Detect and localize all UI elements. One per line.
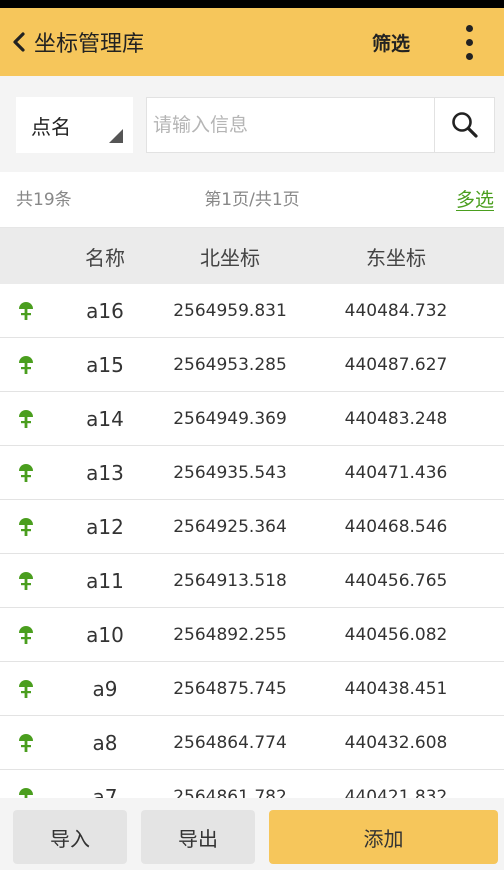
more-dot — [465, 38, 473, 46]
table-row[interactable]: a16 2564959.831 440484.732 — [0, 284, 504, 338]
survey-point-icon — [0, 624, 60, 646]
table-row[interactable]: a12 2564925.364 440468.546 — [0, 500, 504, 554]
row-north: 2564925.364 — [173, 516, 287, 537]
row-name: a12 — [86, 514, 124, 539]
row-east: 440421.832 — [344, 786, 448, 799]
status-bar — [0, 0, 504, 8]
app-bar: 坐标管理库 筛选 — [0, 8, 504, 76]
row-name: a16 — [86, 298, 124, 323]
row-east: 440487.627 — [344, 354, 448, 375]
row-name: a9 — [92, 676, 118, 701]
survey-point-icon — [0, 570, 60, 592]
multi-select-link[interactable]: 多选 — [456, 172, 494, 228]
survey-point-icon — [0, 462, 60, 484]
bottom-action-bar: 导入 导出 添加 — [0, 798, 504, 870]
table-row[interactable]: a9 2564875.745 440438.451 — [0, 662, 504, 716]
row-north: 2564959.831 — [173, 300, 287, 321]
page-indicator: 第1页/共1页 — [204, 190, 300, 210]
row-name: a13 — [86, 460, 124, 485]
export-button[interactable]: 导出 — [141, 810, 255, 864]
survey-point-icon — [0, 300, 60, 322]
table-row[interactable]: a8 2564864.774 440432.608 — [0, 716, 504, 770]
table-row[interactable]: a14 2564949.369 440483.248 — [0, 392, 504, 446]
search-icon — [451, 112, 478, 138]
search-field-select[interactable]: 点名 — [16, 97, 133, 153]
table-row[interactable]: a7 2564861.782 440421.832 — [0, 770, 504, 798]
row-north: 2564875.745 — [173, 678, 287, 699]
row-east: 440484.732 — [344, 300, 448, 321]
row-east: 440432.608 — [344, 732, 448, 753]
header-east: 东坐标 — [366, 245, 426, 270]
more-vertical-icon — [465, 24, 473, 32]
table-row[interactable]: a13 2564935.543 440471.436 — [0, 446, 504, 500]
search-input[interactable] — [147, 98, 427, 152]
list-info-bar: 第1页/共1页 共19条 多选 — [0, 172, 504, 228]
import-button[interactable]: 导入 — [13, 810, 127, 864]
add-button[interactable]: 添加 — [269, 810, 498, 864]
page-title: 坐标管理库 — [34, 32, 145, 57]
survey-point-icon — [0, 354, 60, 376]
row-name: a15 — [86, 352, 124, 377]
survey-point-icon — [0, 516, 60, 538]
survey-point-icon — [0, 786, 60, 798]
search-field-value: 点名 — [31, 114, 71, 139]
row-name: a7 — [92, 784, 118, 799]
row-north: 2564953.285 — [173, 354, 287, 375]
row-north: 2564864.774 — [173, 732, 287, 753]
table-row[interactable]: a15 2564953.285 440487.627 — [0, 338, 504, 392]
row-east: 440456.082 — [344, 624, 448, 645]
table-row[interactable]: a11 2564913.518 440456.765 — [0, 554, 504, 608]
row-name: a11 — [86, 568, 124, 593]
row-north: 2564913.518 — [173, 570, 287, 591]
coordinate-list[interactable]: a16 2564959.831 440484.732 a15 2564953.285 44… — [0, 284, 504, 798]
chevron-left-icon — [13, 32, 25, 52]
dropdown-triangle-icon — [109, 129, 123, 143]
more-dot — [465, 52, 473, 60]
row-name: a14 — [86, 406, 124, 431]
row-east: 440438.451 — [344, 678, 448, 699]
row-name: a10 — [86, 622, 124, 647]
table-header: 名称 北坐标 东坐标 — [0, 228, 504, 284]
search-bar: 点名 — [0, 76, 504, 172]
row-east: 440483.248 — [344, 408, 448, 429]
survey-point-icon — [0, 408, 60, 430]
table-row[interactable]: a10 2564892.255 440456.082 — [0, 608, 504, 662]
row-north: 2564861.782 — [173, 786, 287, 799]
row-east: 440456.765 — [344, 570, 448, 591]
row-east: 440471.436 — [344, 462, 448, 483]
header-name: 名称 — [85, 245, 125, 270]
search-box — [146, 97, 495, 153]
filter-button[interactable]: 筛选 — [360, 8, 422, 76]
back-button[interactable] — [4, 8, 34, 76]
row-north: 2564949.369 — [173, 408, 287, 429]
survey-point-icon — [0, 678, 60, 700]
total-count: 共19条 — [16, 190, 72, 210]
survey-point-icon — [0, 732, 60, 754]
header-north: 北坐标 — [200, 245, 260, 270]
more-options-button[interactable] — [454, 8, 484, 76]
row-name: a8 — [92, 730, 118, 755]
row-north: 2564935.543 — [173, 462, 287, 483]
search-button[interactable] — [434, 98, 494, 152]
row-north: 2564892.255 — [173, 624, 287, 645]
row-east: 440468.546 — [344, 516, 448, 537]
